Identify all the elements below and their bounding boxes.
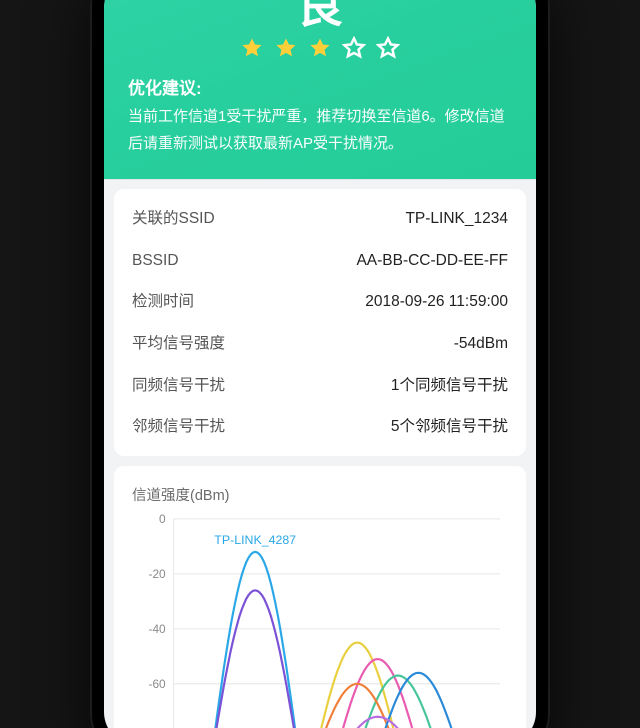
info-value: AA-BB-CC-DD-EE-FF	[356, 252, 508, 271]
chart-card: 信道强度(dBm) 0-20-40-60-80TP-LINK_4287	[114, 466, 526, 728]
info-value: 2018-09-26 11:59:00	[365, 293, 508, 312]
signal-curve	[210, 590, 300, 728]
signal-curve	[210, 552, 300, 728]
tips-body: 当前工作信道1受干扰严重，推荐切换至信道6。修改信道后请重新测试以获取最新AP受…	[128, 103, 512, 157]
info-value: -54dBm	[454, 335, 508, 354]
info-label: 邻频信号干扰	[132, 418, 225, 437]
info-label: 同频信号干扰	[132, 377, 225, 396]
info-row: 同频信号干扰 1个同频信号干扰	[132, 365, 508, 407]
tips-heading: 优化建议:	[128, 74, 512, 99]
info-value: 1个同频信号干扰	[391, 377, 508, 396]
info-row: BSSID AA-BB-CC-DD-EE-FF	[132, 240, 508, 282]
info-row: 邻频信号干扰 5个邻频信号干扰	[132, 406, 508, 448]
info-row: 关联的SSID TP-LINK_1234	[132, 199, 508, 240]
chart-series-label: TP-LINK_4287	[214, 533, 296, 547]
info-label: 平均信号强度	[132, 335, 225, 354]
info-value: TP-LINK_1234	[405, 210, 508, 229]
svg-text:-60: -60	[149, 677, 167, 691]
star-icon	[342, 36, 366, 60]
star-icon	[376, 36, 400, 60]
result-header: 良 优化建议: 当前工作信道1受干扰严重，推荐切换至信道6。修改信道后请重新测试…	[104, 0, 536, 179]
phone-screen: 良 优化建议: 当前工作信道1受干扰严重，推荐切换至信道6。修改信道后请重新测试…	[104, 0, 536, 728]
rating-stars	[128, 36, 512, 60]
info-label: 检测时间	[132, 293, 194, 312]
phone-frame: 良 优化建议: 当前工作信道1受干扰严重，推荐切换至信道6。修改信道后请重新测试…	[90, 0, 550, 728]
chart-title: 信道强度(dBm)	[132, 484, 508, 505]
grade-value: 良	[128, 0, 512, 30]
info-label: BSSID	[132, 252, 179, 271]
signal-chart: 0-20-40-60-80TP-LINK_4287	[132, 509, 508, 728]
star-icon	[274, 36, 298, 60]
info-row: 检测时间 2018-09-26 11:59:00	[132, 281, 508, 323]
info-row: 平均信号强度 -54dBm	[132, 323, 508, 365]
star-icon	[240, 36, 264, 60]
svg-text:0: 0	[159, 512, 166, 526]
chart-area: 0-20-40-60-80TP-LINK_4287	[132, 509, 508, 728]
star-icon	[308, 36, 332, 60]
info-label: 关联的SSID	[132, 210, 215, 229]
info-card: 关联的SSID TP-LINK_1234 BSSID AA-BB-CC-DD-EE-F…	[114, 189, 526, 456]
svg-text:-40: -40	[149, 622, 167, 636]
svg-text:-20: -20	[149, 567, 167, 581]
info-value: 5个邻频信号干扰	[391, 418, 508, 437]
